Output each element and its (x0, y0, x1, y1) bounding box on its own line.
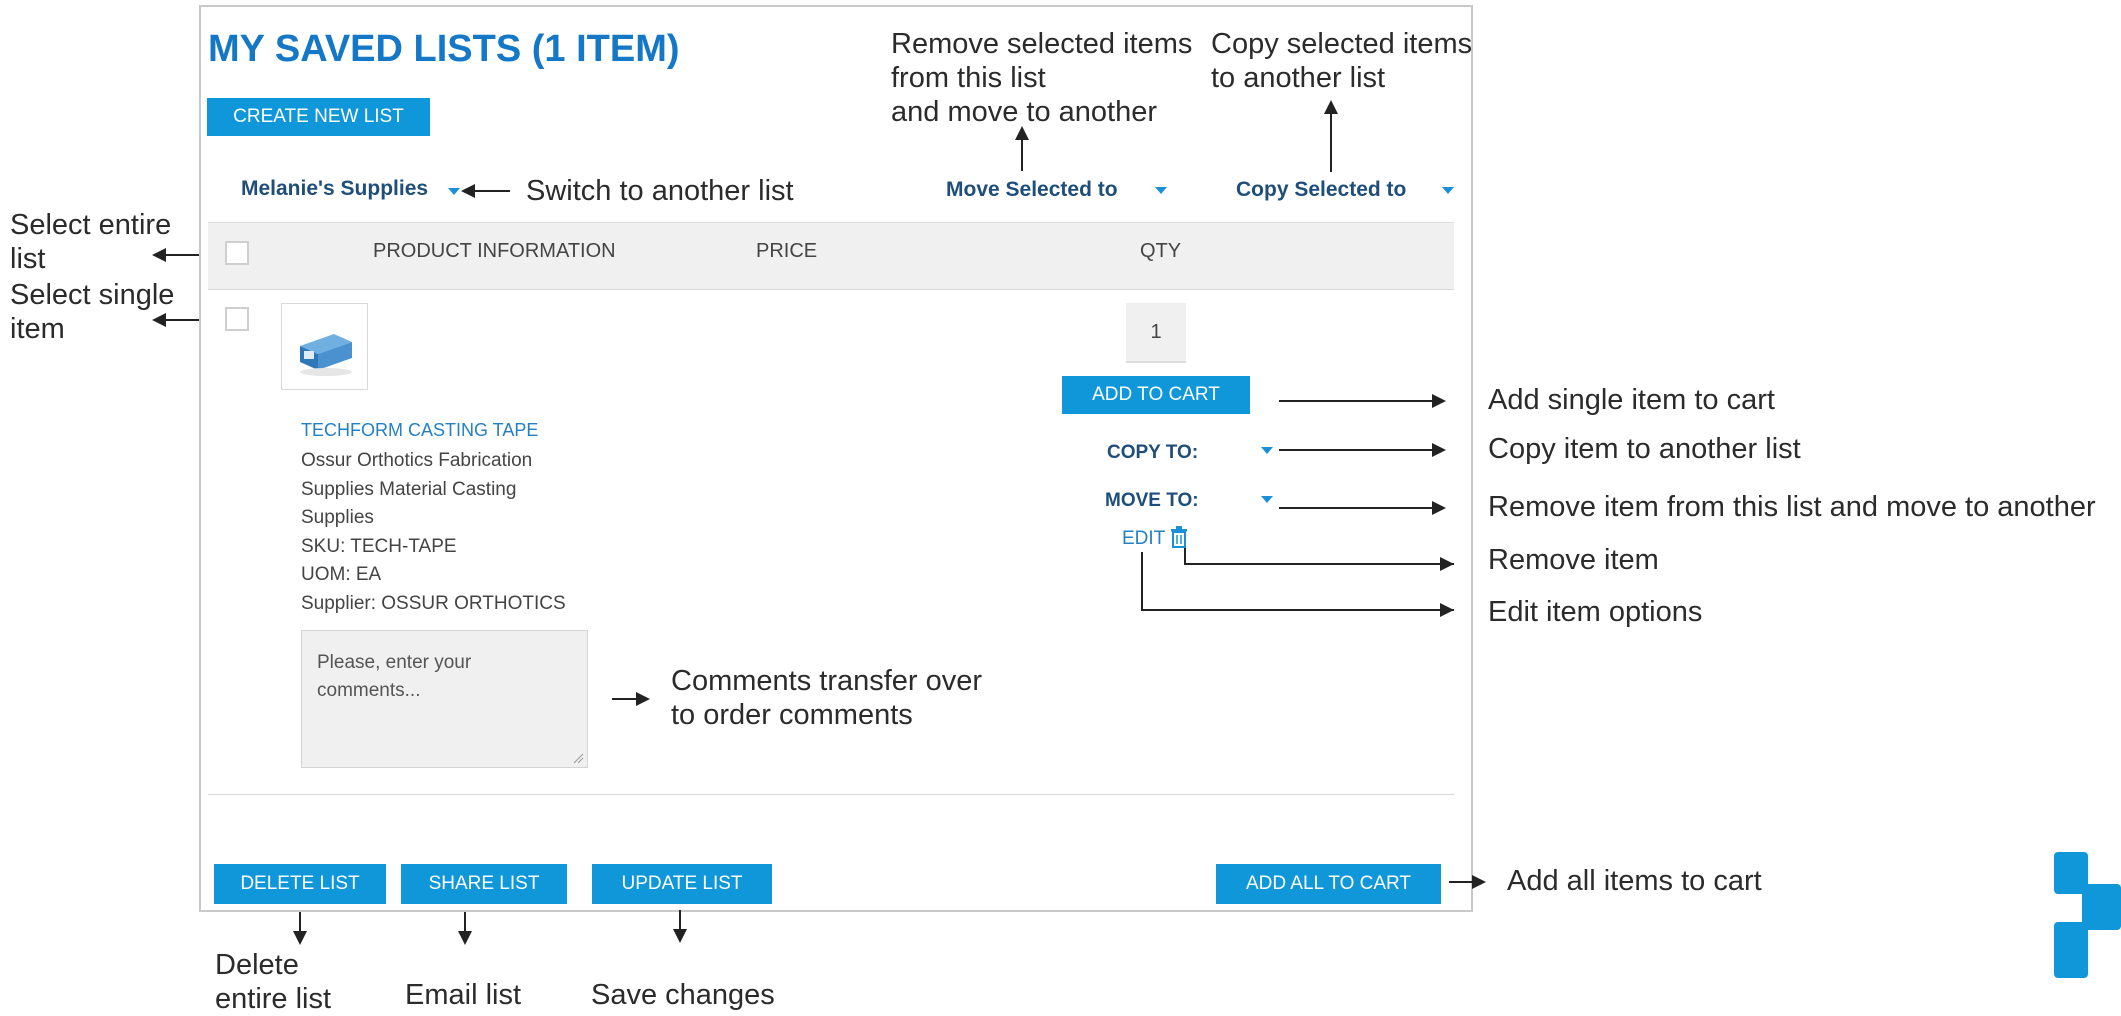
annotation-line: from this list (891, 62, 1046, 94)
arrow-line (164, 254, 199, 256)
annotation-comments: Comments transfer over to order comments (671, 664, 982, 732)
annotation-add-all: Add all items to cart (1507, 865, 1762, 897)
annotation-save-changes: Save changes (591, 979, 775, 1011)
header-qty: QTY (1140, 240, 1182, 262)
arrow-line (1449, 881, 1474, 883)
annotation-add-single: Add single item to cart (1488, 384, 1775, 416)
arrow-line (1184, 563, 1454, 565)
arrow-right-icon (1472, 875, 1486, 889)
annotation-line: Delete (215, 949, 299, 981)
arrow-line (299, 912, 301, 933)
arrow-line (612, 698, 638, 700)
brand-logo (2054, 852, 2121, 978)
comments-placeholder: Please, enter your comments... (317, 652, 472, 701)
arrow-line (1279, 507, 1434, 509)
update-list-button[interactable]: UPDATE LIST (592, 864, 772, 904)
list-selector[interactable]: Melanie's Supplies (241, 177, 428, 201)
arrow-line (1021, 138, 1023, 171)
product-uom: UOM: EA (301, 564, 382, 585)
product-name-link[interactable]: TECHFORM CASTING TAPE (301, 420, 538, 441)
arrow-right-icon (1432, 394, 1446, 408)
annotation-edit-item: Edit item options (1488, 596, 1703, 628)
create-new-list-button[interactable]: CREATE NEW LIST (207, 98, 430, 136)
annotation-select-single: Select single item (10, 278, 174, 346)
arrow-right-icon (1432, 443, 1446, 457)
delete-list-button[interactable]: DELETE LIST (214, 864, 386, 904)
annotation-remove-item: Remove item (1488, 544, 1659, 576)
copy-selected-dropdown[interactable]: Copy Selected to (1236, 178, 1406, 202)
desc-line: Supplies Material Casting (301, 478, 517, 500)
annotation-copy-selected: Copy selected items to another list (1211, 27, 1472, 95)
arrow-down-icon (458, 931, 472, 945)
arrow-right-icon (636, 692, 650, 706)
arrow-line (464, 912, 466, 933)
move-selected-dropdown[interactable]: Move Selected to (946, 178, 1118, 202)
caret-down-icon[interactable] (1442, 187, 1454, 194)
arrow-down-icon (673, 929, 687, 943)
product-thumbnail[interactable] (281, 303, 368, 390)
annotation-line: Select entire (10, 209, 172, 241)
add-to-cart-button[interactable]: ADD TO CART (1062, 376, 1250, 414)
arrow-line (1141, 552, 1143, 611)
arrow-line (1141, 609, 1454, 611)
arrow-line (1279, 449, 1434, 451)
header-price: PRICE (756, 240, 818, 262)
annotation-line: Comments transfer over (671, 665, 983, 697)
arrow-up-icon (1324, 100, 1338, 114)
arrow-line (164, 319, 199, 321)
desc-line: Ossur Orthotics Fabrication (301, 450, 533, 471)
resize-handle-icon[interactable] (572, 752, 584, 764)
annotation-line: list (10, 243, 46, 275)
arrow-down-icon (293, 931, 307, 945)
annotation-switch-list: Switch to another list (526, 175, 794, 207)
quantity-input[interactable]: 1 (1126, 303, 1186, 363)
annotation-line: and move to another (891, 96, 1158, 128)
caret-down-icon[interactable] (1261, 496, 1273, 503)
move-to-dropdown[interactable]: MOVE TO: (1105, 490, 1199, 512)
annotation-line: to another list (1211, 62, 1386, 94)
annotation-delete-entire: Delete entire list (215, 948, 331, 1016)
arrow-line (679, 910, 681, 931)
caret-down-icon[interactable] (1155, 187, 1167, 194)
product-description: Ossur Orthotics Fabrication Supplies Mat… (301, 447, 566, 618)
select-all-checkbox[interactable] (225, 241, 249, 265)
annotation-remove-selected: Remove selected items from this list and… (891, 27, 1192, 129)
arrow-line (1279, 400, 1434, 402)
product-sku: SKU: TECH-TAPE (301, 535, 457, 557)
select-item-checkbox[interactable] (225, 307, 249, 331)
annotation-line: entire list (215, 983, 332, 1015)
arrow-right-icon (1440, 557, 1454, 571)
caret-down-icon[interactable] (448, 188, 460, 195)
desc-line: Supplies (301, 507, 374, 528)
arrow-right-icon (1432, 501, 1446, 515)
comments-textarea[interactable]: Please, enter your comments... (301, 630, 588, 768)
trash-icon[interactable] (1170, 526, 1188, 548)
copy-to-dropdown[interactable]: COPY TO: (1107, 442, 1198, 464)
divider (208, 794, 1454, 795)
annotation-copy-item: Copy item to another list (1488, 433, 1801, 465)
annotation-email-list: Email list (405, 979, 522, 1011)
arrow-line (473, 190, 510, 192)
header-product-information: PRODUCT INFORMATION (373, 240, 616, 262)
annotation-select-entire: Select entire list (10, 208, 171, 276)
arrow-up-icon (1015, 126, 1029, 140)
annotation-line: Copy selected items (1211, 28, 1473, 60)
annotation-line: item (10, 313, 65, 345)
caret-down-icon[interactable] (1261, 447, 1273, 454)
page-title: MY SAVED LISTS (1 ITEM) (208, 28, 680, 70)
annotation-move-item: Remove item from this list and move to a… (1488, 491, 2096, 523)
annotation-line: Select single (10, 279, 175, 311)
product-supplier: Supplier: OSSUR ORTHOTICS (301, 592, 566, 614)
arrow-right-icon (1440, 603, 1454, 617)
add-all-to-cart-button[interactable]: ADD ALL TO CART (1216, 864, 1441, 904)
annotation-line: Remove selected items (891, 28, 1193, 60)
arrow-line (1330, 112, 1332, 172)
annotation-line: to order comments (671, 699, 913, 731)
share-list-button[interactable]: SHARE LIST (401, 864, 567, 904)
edit-link[interactable]: EDIT (1122, 528, 1165, 550)
